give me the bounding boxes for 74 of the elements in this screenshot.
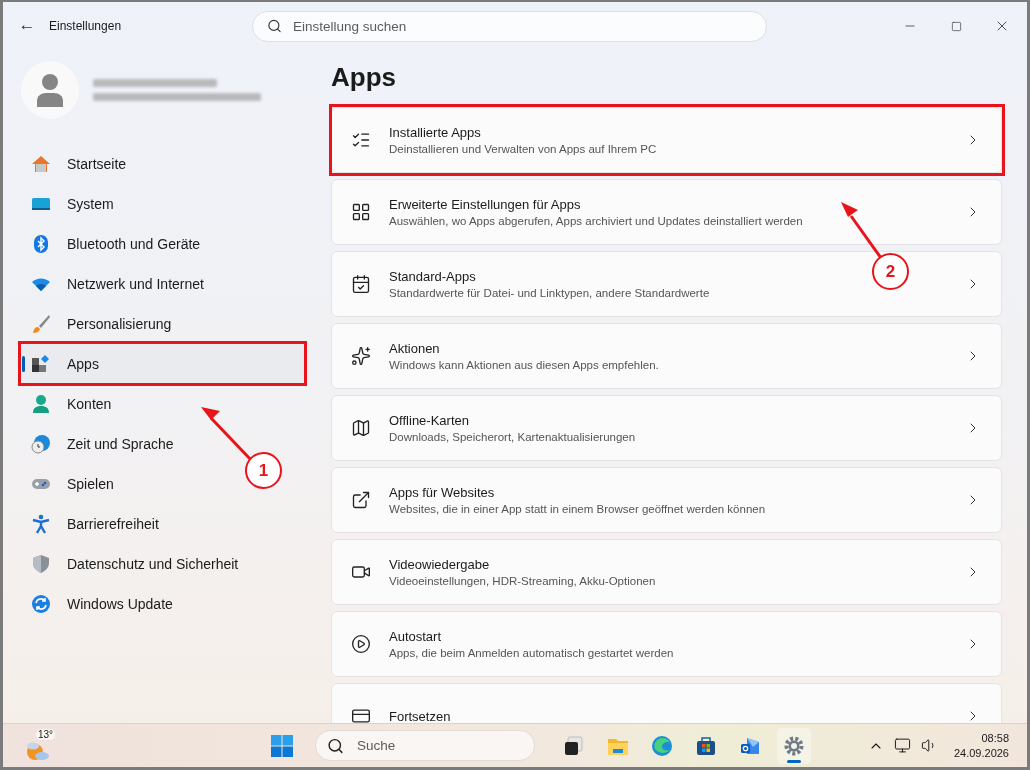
sidebar-item[interactable]: Bluetooth und Geräte	[21, 224, 213, 264]
apps-icon	[31, 354, 51, 374]
card-title: Erweiterte Einstellungen für Apps	[389, 197, 581, 212]
sidebar-item[interactable]: Netzwerk und Internet	[21, 264, 216, 304]
network-icon[interactable]	[893, 737, 911, 754]
settings-card[interactable]: Autostart Apps, die beim Anmelden automatisch gestartet werden	[331, 611, 1002, 677]
home-icon	[31, 154, 51, 174]
search-icon	[267, 18, 282, 34]
default-apps-icon	[351, 274, 371, 294]
card-description: Websites, die in einer App statt in einem Browser geöffnet werden können	[389, 503, 766, 515]
sidebar-item[interactable]: Barrierefreiheit	[21, 504, 171, 544]
temperature-label: 13°	[36, 728, 56, 740]
maximize-icon	[950, 20, 962, 32]
card-title: Autostart	[389, 629, 442, 644]
running-indicator	[787, 759, 801, 763]
sidebar-item[interactable]: Datenschutz und Sicherheit	[21, 544, 251, 584]
card-title: Standard-Apps	[389, 269, 476, 284]
sidebar-item[interactable]: System	[21, 184, 126, 224]
globe-clock-icon	[31, 434, 51, 454]
sidebar-item[interactable]: Spielen	[21, 464, 126, 504]
card-description: Apps, die beim Anmelden automatisch gestartet werden	[389, 647, 674, 659]
windows-logo-icon	[270, 733, 294, 758]
task-view-icon	[563, 734, 585, 757]
window-title: Einstellungen	[49, 19, 123, 33]
back-button[interactable]: ←	[5, 15, 49, 37]
sidebar-item[interactable]: Startseite	[21, 144, 139, 184]
weather-widget[interactable]: 13°	[25, 728, 57, 763]
list-icon	[351, 130, 371, 150]
card-title: Fortsetzen	[389, 708, 451, 723]
card-description: Windows kann Aktionen aus diesen Apps empfehlen.	[389, 359, 659, 371]
sidebar-item[interactable]: Personalisierung	[21, 304, 184, 344]
card-description: Deinstallieren und Verwalten von Apps auf Ihrem PC	[389, 143, 657, 155]
clock[interactable]: 08:58 24.09.2026	[953, 732, 1009, 759]
card-title: Offline-Karten	[389, 413, 469, 428]
browser-icon	[651, 734, 673, 757]
settings-card[interactable]: Apps für Websites Websites, die in einer App statt in einem Browser geöffnet werden können	[331, 467, 1002, 533]
search-icon	[327, 737, 344, 754]
card-title: Apps für Websites	[389, 485, 495, 500]
map-icon	[351, 418, 371, 438]
shield-icon	[31, 554, 51, 574]
card-title: Videowiedergabe	[389, 557, 490, 572]
settings-card[interactable]: Videowiedergabe Videoeinstellungen, HDR-Streaming, Akku-Optionen	[331, 539, 1002, 605]
sidebar-item[interactable]: Zeit und Sprache	[21, 424, 186, 464]
annotation-arrow	[841, 202, 883, 259]
sidebar-item[interactable]: Windows Update	[21, 584, 185, 624]
sidebar-item[interactable]: Konten	[21, 384, 124, 424]
app-settings-icon	[351, 202, 371, 222]
card-description: Auswählen, wo Apps abgerufen, Apps archiviert und Updates deinstalliert werden	[389, 215, 803, 227]
person-icon	[31, 394, 51, 414]
taskbar-search-field[interactable]: Suche	[315, 730, 535, 761]
paintbrush-icon	[31, 314, 51, 334]
card-title: Installierte Apps	[389, 125, 481, 140]
update-icon	[31, 594, 51, 614]
settings-card[interactable]: Aktionen Windows kann Aktionen aus diesen Apps empfehlen.	[331, 323, 1002, 389]
selection-indicator	[22, 356, 25, 372]
accessibility-icon	[31, 514, 51, 534]
person-icon	[36, 73, 64, 107]
settings-card[interactable]: Offline-Karten Downloads, Speicherort, Kartenaktualisierungen	[331, 395, 1002, 461]
card-description: Standardwerte für Datei- und Linktypen, andere Standardwerte	[389, 287, 710, 299]
sidebar-item[interactable]: Apps	[21, 344, 305, 384]
open-link-icon	[351, 490, 371, 510]
settings-card[interactable]: Erweiterte Einstellungen für Apps Auswählen, wo Apps abgerufen, Apps archiviert und Updates deinstalliert werden	[331, 179, 1002, 245]
card-description: Videoeinstellungen, HDR-Streaming, Akku-Optionen	[389, 575, 656, 587]
card-title: Aktionen	[389, 341, 440, 356]
bluetooth-icon	[31, 234, 51, 254]
page-title: Apps	[331, 61, 397, 94]
settings-card[interactable]: Fortsetzen	[331, 683, 1002, 723]
settings-card[interactable]: Installierte Apps Deinstallieren und Verwalten von Apps auf Ihrem PC	[331, 107, 1002, 173]
sparkle-icon	[351, 346, 371, 366]
gear-icon	[783, 734, 805, 757]
store-icon	[695, 734, 717, 757]
search-field[interactable]: Einstellung suchen	[252, 10, 767, 42]
startup-icon	[351, 634, 371, 654]
card-description: Downloads, Speicherort, Kartenaktualisierungen	[389, 431, 636, 443]
